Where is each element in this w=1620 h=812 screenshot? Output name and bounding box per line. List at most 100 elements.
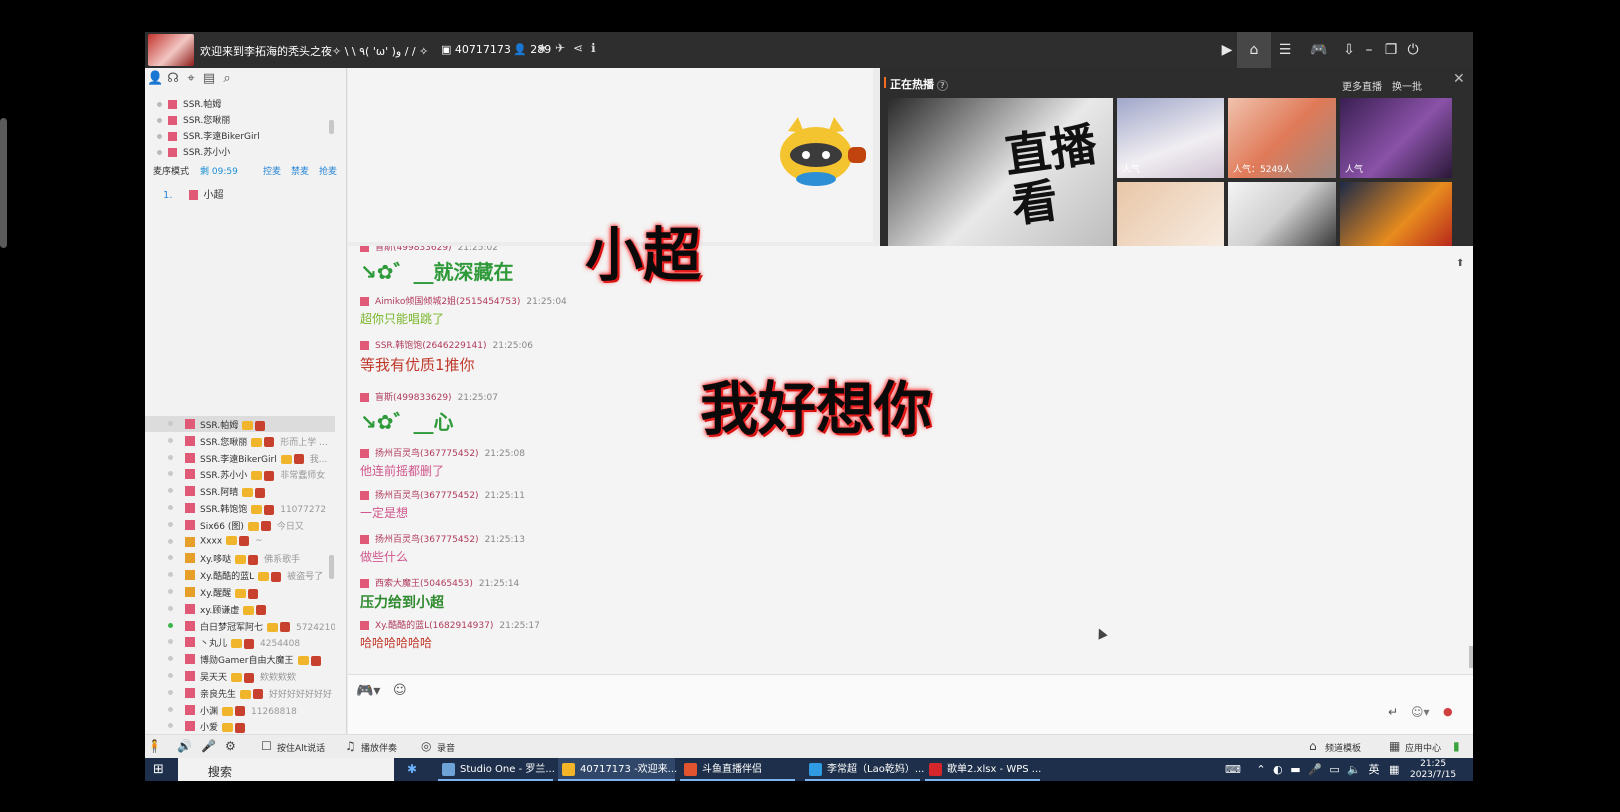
member-item[interactable]: 亲良先生 好好好好好好好 [145,685,335,701]
bluetooth-icon[interactable]: ✱ [407,762,417,776]
member-item[interactable]: 白日梦冠军阿七 5724210 [145,618,335,634]
member-item[interactable]: xy.顾谦虚 [145,601,335,617]
checkbox-icon[interactable]: ☐ [261,739,272,753]
input-language[interactable]: 英 [1368,763,1379,776]
member-item[interactable]: Xy.哆哒 佛系歌手 [145,550,335,566]
taskbar-app[interactable]: 歌单2.xlsx - WPS ... [925,758,1041,781]
live-thumbnail[interactable] [1340,182,1452,246]
member-item[interactable]: SSR.韩饱饱 11077272 [145,500,335,516]
scrollbar[interactable] [1469,646,1473,668]
live-thumbnail[interactable]: 人气 [1340,98,1452,178]
live-thumbnail[interactable] [1228,182,1336,246]
close-icon[interactable]: ✕ [1453,71,1465,87]
clock[interactable]: 21:25 2023/7/15 [1410,759,1456,781]
refresh-link[interactable]: 换一批 [1392,78,1422,93]
member-item[interactable]: Xy.醒醒 [145,584,335,600]
member-item[interactable]: SSR.您啾丽 形而上学 ... [145,433,335,449]
seat-item[interactable]: SSR.帕姆 [157,97,221,110]
seat-item[interactable]: SSR.您啾丽 [157,113,230,126]
taskbar-app[interactable]: 40717173 -欢迎来... [558,758,677,781]
share-icon[interactable]: ⋖ [573,41,583,55]
control-mic-link[interactable]: 控麦 [263,164,281,177]
location-icon[interactable]: ⌖ [183,71,199,87]
member-item[interactable]: 丶丸儿 4254408 [145,634,335,650]
record-icon[interactable]: ◎ [421,739,431,753]
taskbar-app[interactable]: 李常超（Lao乾妈）... [805,758,924,781]
seat-item[interactable]: SSR.李遠BikerGirl [157,129,260,142]
taskbar-search[interactable]: ⌕ 搜索 [178,758,394,781]
member-item[interactable]: Six66 (图) 今日又 [145,517,335,533]
notes-icon[interactable]: ▤ [201,71,217,87]
more-live-link[interactable]: 更多直播 [1342,78,1382,93]
ban-mic-link[interactable]: 禁麦 [291,164,309,177]
help-icon[interactable]: ? [937,80,948,91]
emoji-search-icon[interactable]: ☺ [393,683,407,698]
queue-item[interactable]: 1. 小超 [163,186,224,201]
network-icon[interactable]: ▭ [1329,763,1339,776]
app-center-label[interactable]: 应用中心 [1405,741,1441,754]
seat-item[interactable]: SSR.苏小小 [157,145,230,158]
search-icon[interactable]: ⌕ [219,71,235,87]
member-item[interactable]: 博勋Gamer自由大魔王 [145,651,335,667]
push-to-talk-label[interactable]: 按住Alt说话 [277,741,325,754]
ime-icon[interactable]: ▦ [1389,763,1399,776]
scroll-top-icon[interactable]: ⬆ [1456,258,1464,269]
emoji-icon[interactable]: ☺▾ [1411,705,1430,719]
windows-start-icon[interactable]: ⊞ [153,762,164,777]
user-icon[interactable]: 👤 [147,71,163,87]
home-icon[interactable]: ⌂ [1237,32,1271,68]
member-item[interactable]: SSR.阿晴 [145,483,335,499]
message-user[interactable]: Xy.酷酷的蓝L(1682914937) [375,621,493,631]
member-item[interactable]: SSR.帕姆 [145,416,335,432]
member-item[interactable]: Xy.酷酷的蓝L 被盗号了 [145,567,335,583]
plane-icon[interactable]: ✈ [555,41,565,55]
flag-icon[interactable]: ▬ [1290,763,1300,776]
taskbar-app[interactable]: Studio One - 罗兰... [438,758,555,781]
scrollbar[interactable] [329,555,334,579]
message-user[interactable]: 盲斯(499833629) [375,393,452,403]
member-item[interactable]: Xxxx ~ [145,534,335,550]
tray-app-icon[interactable]: ◐ [1273,763,1283,776]
grab-mic-link[interactable]: 抢麦 [319,164,337,177]
gift-icon[interactable]: ● [1443,705,1453,718]
gamepad-icon[interactable]: 🎮▾ [356,683,380,699]
message-user[interactable]: SSR.韩饱饱(2646229141) [375,341,487,351]
avatar-icon[interactable]: 🧍 [147,739,162,753]
live-thumbnail-main[interactable]: 直播看 [888,98,1113,246]
room-avatar[interactable] [148,34,194,66]
live-thumbnail[interactable]: 人气 [1117,98,1224,178]
live-thumbnail[interactable] [1117,182,1224,246]
channel-template-label[interactable]: 频道模板 [1325,741,1361,754]
list-icon[interactable]: ☰ [1271,39,1299,61]
info-icon[interactable]: ℹ [591,41,596,55]
template-icon[interactable]: ⌂ [1309,739,1317,753]
mic-icon[interactable]: 🎤 [201,739,216,753]
gamepad-icon[interactable]: 🎮 [1305,39,1333,61]
music-icon[interactable]: ♫ [345,739,356,753]
member-item[interactable]: 小渊 11268818 [145,702,335,718]
message-user[interactable]: 西索大魔王(50465453) [375,579,473,589]
mixer-icon[interactable]: ⚙ [225,739,236,753]
headset-icon[interactable]: ☊ [165,71,181,87]
apps-icon[interactable]: ▦ [1389,739,1400,753]
message-user[interactable]: 扬州百灵鸟(367775452) [375,449,479,459]
member-item[interactable]: 小爱 [145,718,335,734]
queue-mode-dropdown[interactable]: 麦序模式 [153,164,189,177]
star-icon[interactable]: ★ [537,41,548,55]
member-item[interactable]: SSR.李遠BikerGirl 我... [145,450,335,466]
volume-icon[interactable]: 🔈 [1347,763,1361,776]
message-user[interactable]: 扬州百灵鸟(367775452) [375,491,479,501]
member-item[interactable]: 吴天天 欸欸欸欸 [145,668,335,684]
scrollbar[interactable] [329,120,334,134]
member-item[interactable]: SSR.苏小小 非常蠢师女 [145,466,335,482]
power-icon[interactable]: ⏻ [1399,39,1427,61]
message-user[interactable]: 扬州百灵鸟(367775452) [375,535,479,545]
taskbar-app[interactable]: 斗鱼直播伴侣 [680,758,795,781]
keyboard-icon[interactable]: ⌨ [1225,763,1241,776]
accompany-label[interactable]: 播放伴奏 [361,741,397,754]
chat-input[interactable] [423,681,1323,703]
record-label[interactable]: 录音 [437,741,455,754]
enter-icon[interactable]: ↵ [1388,705,1398,719]
scrollbar[interactable] [0,118,7,248]
mic-icon[interactable]: 🎤 [1308,763,1322,776]
